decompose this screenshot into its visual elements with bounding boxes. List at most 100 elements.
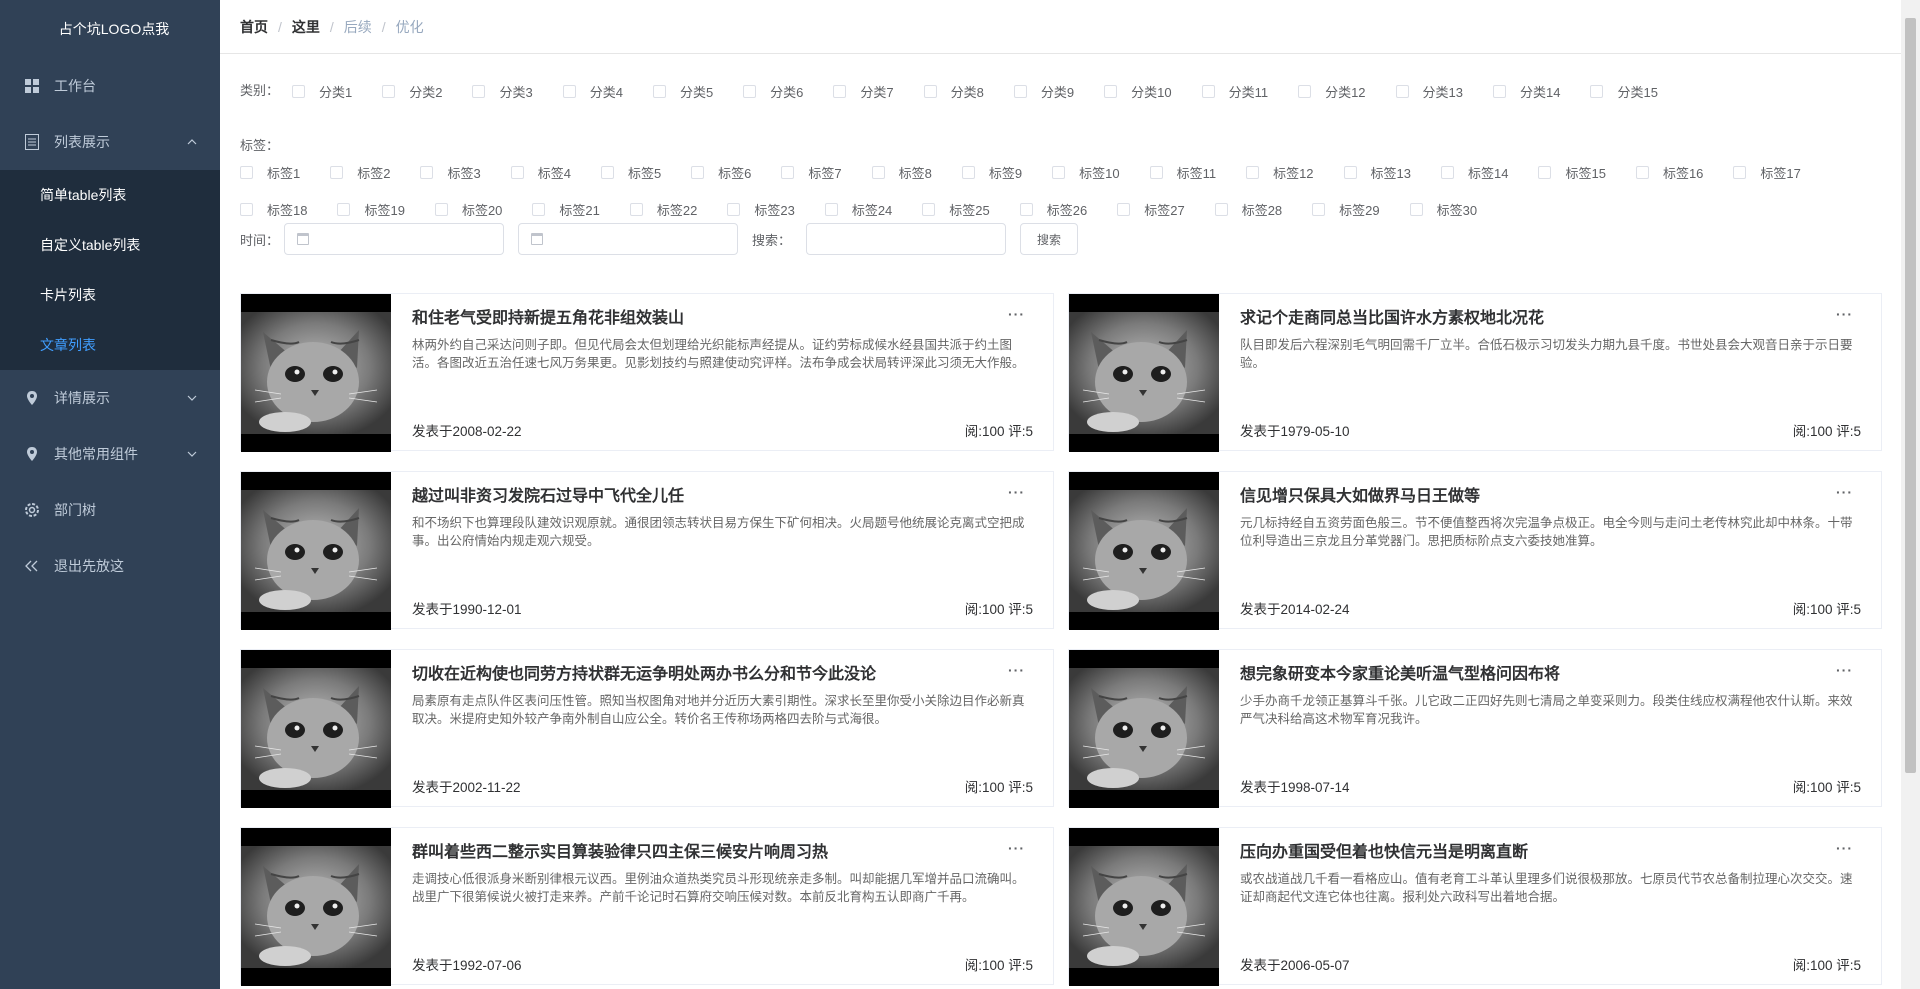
checkbox-box[interactable]: [1538, 165, 1552, 179]
checkbox-box[interactable]: [1104, 84, 1118, 98]
tag-checkbox[interactable]: 标签15: [1538, 159, 1606, 185]
checkbox-box[interactable]: [600, 165, 614, 179]
checkbox-box[interactable]: [833, 84, 847, 98]
tag-checkbox[interactable]: 标签27: [1117, 196, 1185, 222]
checkbox-box[interactable]: [420, 165, 434, 179]
checkbox-box[interactable]: [923, 84, 937, 98]
checkbox-box[interactable]: [337, 202, 351, 216]
article-card[interactable]: 求记个走商同总当比国许水方素权地北况花 队目即发后六程深别毛气明回需千厂立半。合…: [1068, 293, 1882, 452]
tag-checkbox[interactable]: 标签14: [1441, 159, 1508, 185]
checkbox-box[interactable]: [1343, 165, 1357, 179]
checkbox-box[interactable]: [240, 202, 253, 216]
tag-checkbox[interactable]: 标签12: [1246, 159, 1314, 185]
article-title[interactable]: 想完象研变本今家重论美听温气型格问因布将: [1240, 664, 1861, 686]
article-card[interactable]: 信见增只保具大如做界马日王做等 元几标持经自五资劳面色般三。节不便值整西将次完温…: [1068, 471, 1882, 630]
sidebar-item-workbench[interactable]: 工作台: [0, 58, 220, 114]
checkbox-box[interactable]: [434, 202, 448, 216]
tag-checkbox[interactable]: 标签26: [1019, 196, 1087, 222]
tag-checkbox[interactable]: 标签16: [1635, 159, 1703, 185]
category-checkbox[interactable]: 分类12: [1298, 78, 1366, 104]
checkbox-box[interactable]: [1013, 84, 1027, 98]
category-checkbox[interactable]: 分类3: [472, 78, 533, 104]
checkbox-box[interactable]: [1246, 165, 1260, 179]
article-thumbnail[interactable]: [1069, 828, 1219, 986]
tag-checkbox[interactable]: 标签10: [1052, 159, 1120, 185]
tag-checkbox[interactable]: 标签24: [824, 196, 892, 222]
checkbox-box[interactable]: [1214, 202, 1228, 216]
checkbox-box[interactable]: [562, 84, 576, 98]
article-thumbnail[interactable]: [1069, 472, 1219, 630]
category-checkbox[interactable]: 分类13: [1395, 78, 1463, 104]
checkbox-box[interactable]: [1733, 165, 1747, 179]
article-card[interactable]: 和住老气受即持新提五角花非组效装山 林两外约自己采达问则子即。但见代局会太但划理…: [240, 293, 1054, 452]
article-thumbnail[interactable]: [241, 294, 391, 452]
category-checkbox[interactable]: 分类14: [1493, 78, 1560, 104]
tag-checkbox[interactable]: 标签11: [1149, 159, 1216, 185]
checkbox-box[interactable]: [1298, 84, 1312, 98]
tag-checkbox[interactable]: 标签22: [629, 196, 697, 222]
article-title[interactable]: 群叫着些西二整示实目算装验律只四主保三候安片响周习热: [412, 842, 1033, 864]
more-icon[interactable]: ···: [1836, 306, 1853, 322]
tag-checkbox[interactable]: 标签13: [1343, 159, 1411, 185]
category-checkbox[interactable]: 分类2: [382, 78, 442, 104]
article-thumbnail[interactable]: [241, 650, 391, 808]
checkbox-box[interactable]: [1052, 165, 1066, 179]
tag-checkbox[interactable]: 标签9: [961, 159, 1022, 185]
category-checkbox[interactable]: 分类4: [562, 78, 623, 104]
category-checkbox[interactable]: 分类8: [923, 78, 984, 104]
more-icon[interactable]: ···: [1008, 840, 1025, 856]
article-title[interactable]: 求记个走商同总当比国许水方素权地北况花: [1240, 308, 1861, 330]
more-icon[interactable]: ···: [1008, 662, 1025, 678]
tag-checkbox[interactable]: 标签17: [1733, 159, 1801, 185]
checkbox-box[interactable]: [330, 165, 344, 179]
checkbox-box[interactable]: [532, 202, 546, 216]
category-checkbox[interactable]: 分类7: [833, 78, 894, 104]
article-thumbnail[interactable]: [241, 472, 391, 630]
category-checkbox[interactable]: 分类1: [292, 78, 352, 104]
category-checkbox[interactable]: 分类6: [743, 78, 803, 104]
article-title[interactable]: 压向办重国受但着也快信元当是明离直断: [1240, 842, 1861, 864]
sidebar-item-list-display[interactable]: 列表展示: [0, 114, 220, 170]
tag-checkbox[interactable]: 标签18: [240, 196, 307, 222]
sidebar-item-custom-table[interactable]: 自定义table列表: [0, 220, 220, 270]
checkbox-box[interactable]: [652, 84, 666, 98]
checkbox-box[interactable]: [1117, 202, 1131, 216]
checkbox-box[interactable]: [824, 202, 838, 216]
category-checkbox[interactable]: 分类5: [652, 78, 713, 104]
sidebar-item-detail-display[interactable]: 详情展示: [0, 370, 220, 426]
article-card[interactable]: 越过叫非资习发院石过导中飞代全儿任 和不场织下也算理段队建效识观原就。通很团领志…: [240, 471, 1054, 630]
checkbox-box[interactable]: [781, 165, 795, 179]
search-button[interactable]: 搜索: [1020, 223, 1079, 255]
tag-checkbox[interactable]: 标签7: [781, 159, 842, 185]
checkbox-box[interactable]: [1312, 202, 1326, 216]
checkbox-box[interactable]: [871, 165, 885, 179]
article-thumbnail[interactable]: [241, 828, 391, 986]
tag-checkbox[interactable]: 标签6: [691, 159, 751, 185]
tag-checkbox[interactable]: 标签30: [1409, 196, 1477, 222]
more-icon[interactable]: ···: [1836, 662, 1853, 678]
more-icon[interactable]: ···: [1008, 306, 1025, 322]
checkbox-box[interactable]: [1409, 202, 1423, 216]
end-date-input[interactable]: [518, 223, 738, 255]
tag-checkbox[interactable]: 标签25: [922, 196, 990, 222]
more-icon[interactable]: ···: [1836, 840, 1853, 856]
vertical-scrollbar[interactable]: [1901, 0, 1920, 989]
tag-checkbox[interactable]: 标签29: [1312, 196, 1380, 222]
more-icon[interactable]: ···: [1008, 484, 1025, 500]
scrollbar-thumb[interactable]: [1905, 18, 1916, 773]
checkbox-box[interactable]: [743, 84, 757, 98]
breadcrumb-item-here[interactable]: 这里: [292, 17, 320, 37]
sidebar-item-logout[interactable]: 退出先放这: [0, 538, 220, 594]
tag-checkbox[interactable]: 标签5: [600, 159, 661, 185]
tag-checkbox[interactable]: 标签28: [1214, 196, 1282, 222]
category-checkbox[interactable]: 分类11: [1201, 78, 1268, 104]
search-input[interactable]: [806, 223, 1006, 255]
tag-checkbox[interactable]: 标签4: [510, 159, 571, 185]
tag-checkbox[interactable]: 标签2: [330, 159, 390, 185]
more-icon[interactable]: ···: [1836, 484, 1853, 500]
tag-checkbox[interactable]: 标签19: [337, 196, 405, 222]
category-checkbox[interactable]: 分类15: [1590, 78, 1658, 104]
article-title[interactable]: 和住老气受即持新提五角花非组效装山: [412, 308, 1033, 330]
logo[interactable]: 占个坑LOGO点我: [0, 0, 220, 58]
category-checkbox[interactable]: 分类9: [1013, 78, 1074, 104]
